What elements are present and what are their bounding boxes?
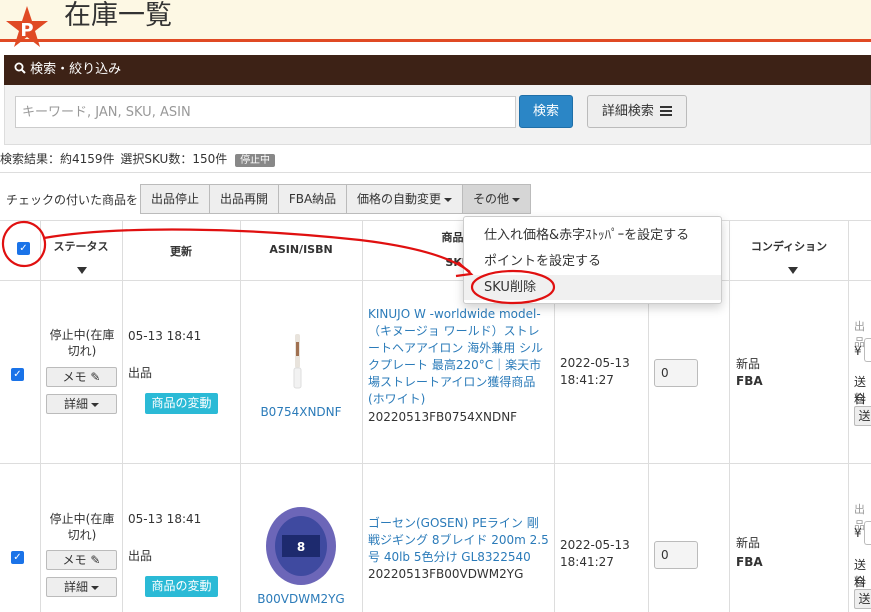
memo-button[interactable]: メモ ✎ [46, 367, 117, 387]
product-name-link[interactable]: ゴーセン(GOSEN) PEライン 剛戦ジギング 8ブレイド 200m 2.5号… [368, 515, 550, 566]
other-actions-menu: 仕入れ価格&赤字ｽﾄｯﾊﾟｰを設定する ポイントを設定する SKU削除 [463, 216, 722, 304]
channel-text: FBA [736, 555, 763, 569]
advanced-search-button[interactable]: 詳細検索 [587, 95, 687, 128]
row-checkbox[interactable]: ✓ [11, 551, 24, 564]
asin-link[interactable]: B00VDWM2YG [243, 592, 359, 606]
other-actions-dropdown[interactable]: その他 [462, 184, 531, 214]
date-text: 2022-05-13 [560, 538, 630, 552]
column-divider [40, 220, 41, 612]
memo-button[interactable]: メモ ✎ [46, 550, 117, 570]
search-icon [14, 62, 26, 74]
asin-link[interactable]: B0754XNDNF [243, 405, 359, 419]
sort-down-icon[interactable] [77, 267, 87, 274]
column-divider [554, 280, 555, 612]
pencil-icon: ✎ [90, 370, 101, 384]
detail-label: 詳細 [63, 580, 88, 594]
table-top-border [0, 220, 871, 221]
memo-label: メモ [62, 370, 87, 384]
divider [0, 172, 871, 173]
listing-type: 出品 [128, 549, 153, 563]
updated-time: 05-13 18:41 [128, 512, 202, 526]
shipping-button[interactable]: 送 [854, 406, 871, 426]
keyword-search-input[interactable] [15, 96, 516, 128]
auto-price-label: 価格の自動変更 [356, 192, 441, 206]
listing-type: 出品 [128, 366, 153, 380]
caret-down-icon [91, 585, 99, 590]
condition-text: 新品 [736, 536, 761, 550]
sku-text: 20220513FB0754XNDNF [368, 410, 518, 424]
row-status: 停止中(在庫切れ) [49, 512, 115, 542]
search-button[interactable]: 検索 [519, 95, 573, 128]
product-name-link[interactable]: KINUJO W -worldwide model-（キヌージョ ワールド）スト… [368, 306, 550, 408]
product-image[interactable] [288, 332, 308, 392]
product-image[interactable]: 8 [264, 505, 338, 587]
column-header-asin[interactable]: ASIN/ISBN [243, 243, 359, 256]
auto-price-dropdown[interactable]: 価格の自動変更 [346, 184, 463, 214]
column-divider [648, 280, 649, 612]
header-bottom-border [0, 280, 871, 281]
status-badge: 停止中 [235, 154, 276, 167]
shipping-button[interactable]: 送 [854, 589, 871, 609]
header-accent-line [0, 39, 871, 42]
yen-symbol: ¥ [854, 526, 862, 540]
select-all-checkbox[interactable]: ✓ [17, 242, 30, 255]
menu-item-delete-sku[interactable]: SKU削除 [464, 275, 721, 300]
sort-down-icon[interactable] [788, 267, 798, 274]
detail-dropdown[interactable]: 詳細 [46, 577, 117, 597]
row-divider [0, 463, 871, 464]
price-input[interactable] [864, 521, 871, 545]
advanced-search-label: 詳細検索 [601, 104, 654, 119]
logo-icon: P [6, 6, 48, 47]
selected-count: 選択SKU数：150件 [120, 152, 228, 166]
condition-text: 新品 [736, 357, 761, 371]
price-input[interactable] [864, 338, 871, 362]
updated-time: 05-13 18:41 [128, 329, 202, 343]
quantity-input[interactable]: 0 [654, 359, 698, 387]
column-divider [122, 220, 123, 612]
column-header-status[interactable]: ステータス [45, 238, 117, 254]
result-summary: 検索結果：約4159件 選択SKU数：150件 停止中 [0, 151, 276, 169]
column-divider [848, 220, 849, 612]
column-divider [729, 220, 730, 612]
time-text: 18:41:27 [560, 373, 614, 387]
menu-item-set-cost-price[interactable]: 仕入れ価格&赤字ｽﾄｯﾊﾟｰを設定する [464, 223, 721, 248]
pencil-icon: ✎ [90, 553, 101, 567]
search-panel-header: 検索・絞り込み [4, 55, 871, 85]
quantity-input[interactable]: 0 [654, 541, 698, 569]
column-header-updated[interactable]: 更新 [125, 243, 237, 259]
list-icon [660, 106, 673, 116]
detail-dropdown[interactable]: 詳細 [46, 394, 117, 414]
detail-label: 詳細 [63, 397, 88, 411]
channel-text: FBA [736, 374, 763, 388]
memo-label: メモ [62, 553, 87, 567]
result-count: 検索結果：約4159件 [0, 152, 115, 166]
menu-item-set-points[interactable]: ポイントを設定する [464, 249, 721, 274]
column-divider [362, 220, 363, 612]
caret-down-icon [512, 197, 520, 202]
bulk-action-label: チェックの付いた商品を [6, 193, 139, 207]
yen-symbol: ¥ [854, 344, 862, 358]
date-text: 2022-05-13 [560, 356, 630, 370]
sku-text: 20220513FB00VDWM2YG [368, 567, 524, 581]
svg-text:P: P [20, 20, 33, 41]
svg-text:8: 8 [297, 540, 305, 554]
stop-listing-button[interactable]: 出品停止 [140, 184, 210, 214]
product-change-button[interactable]: 商品の変動 [145, 393, 218, 414]
row-checkbox[interactable]: ✓ [11, 368, 24, 381]
fba-shipment-button[interactable]: FBA納品 [278, 184, 347, 214]
caret-down-icon [444, 197, 452, 202]
page-title: 在庫一覧 [64, 0, 172, 31]
time-text: 18:41:27 [560, 555, 614, 569]
product-change-button[interactable]: 商品の変動 [145, 576, 218, 597]
column-divider [240, 220, 241, 612]
resume-listing-button[interactable]: 出品再開 [209, 184, 279, 214]
column-header-condition[interactable]: コンディション [732, 238, 846, 254]
search-panel-title: 検索・絞り込み [30, 62, 122, 77]
other-actions-label: その他 [472, 192, 509, 206]
row-status: 停止中(在庫切れ) [49, 328, 115, 358]
caret-down-icon [91, 402, 99, 407]
